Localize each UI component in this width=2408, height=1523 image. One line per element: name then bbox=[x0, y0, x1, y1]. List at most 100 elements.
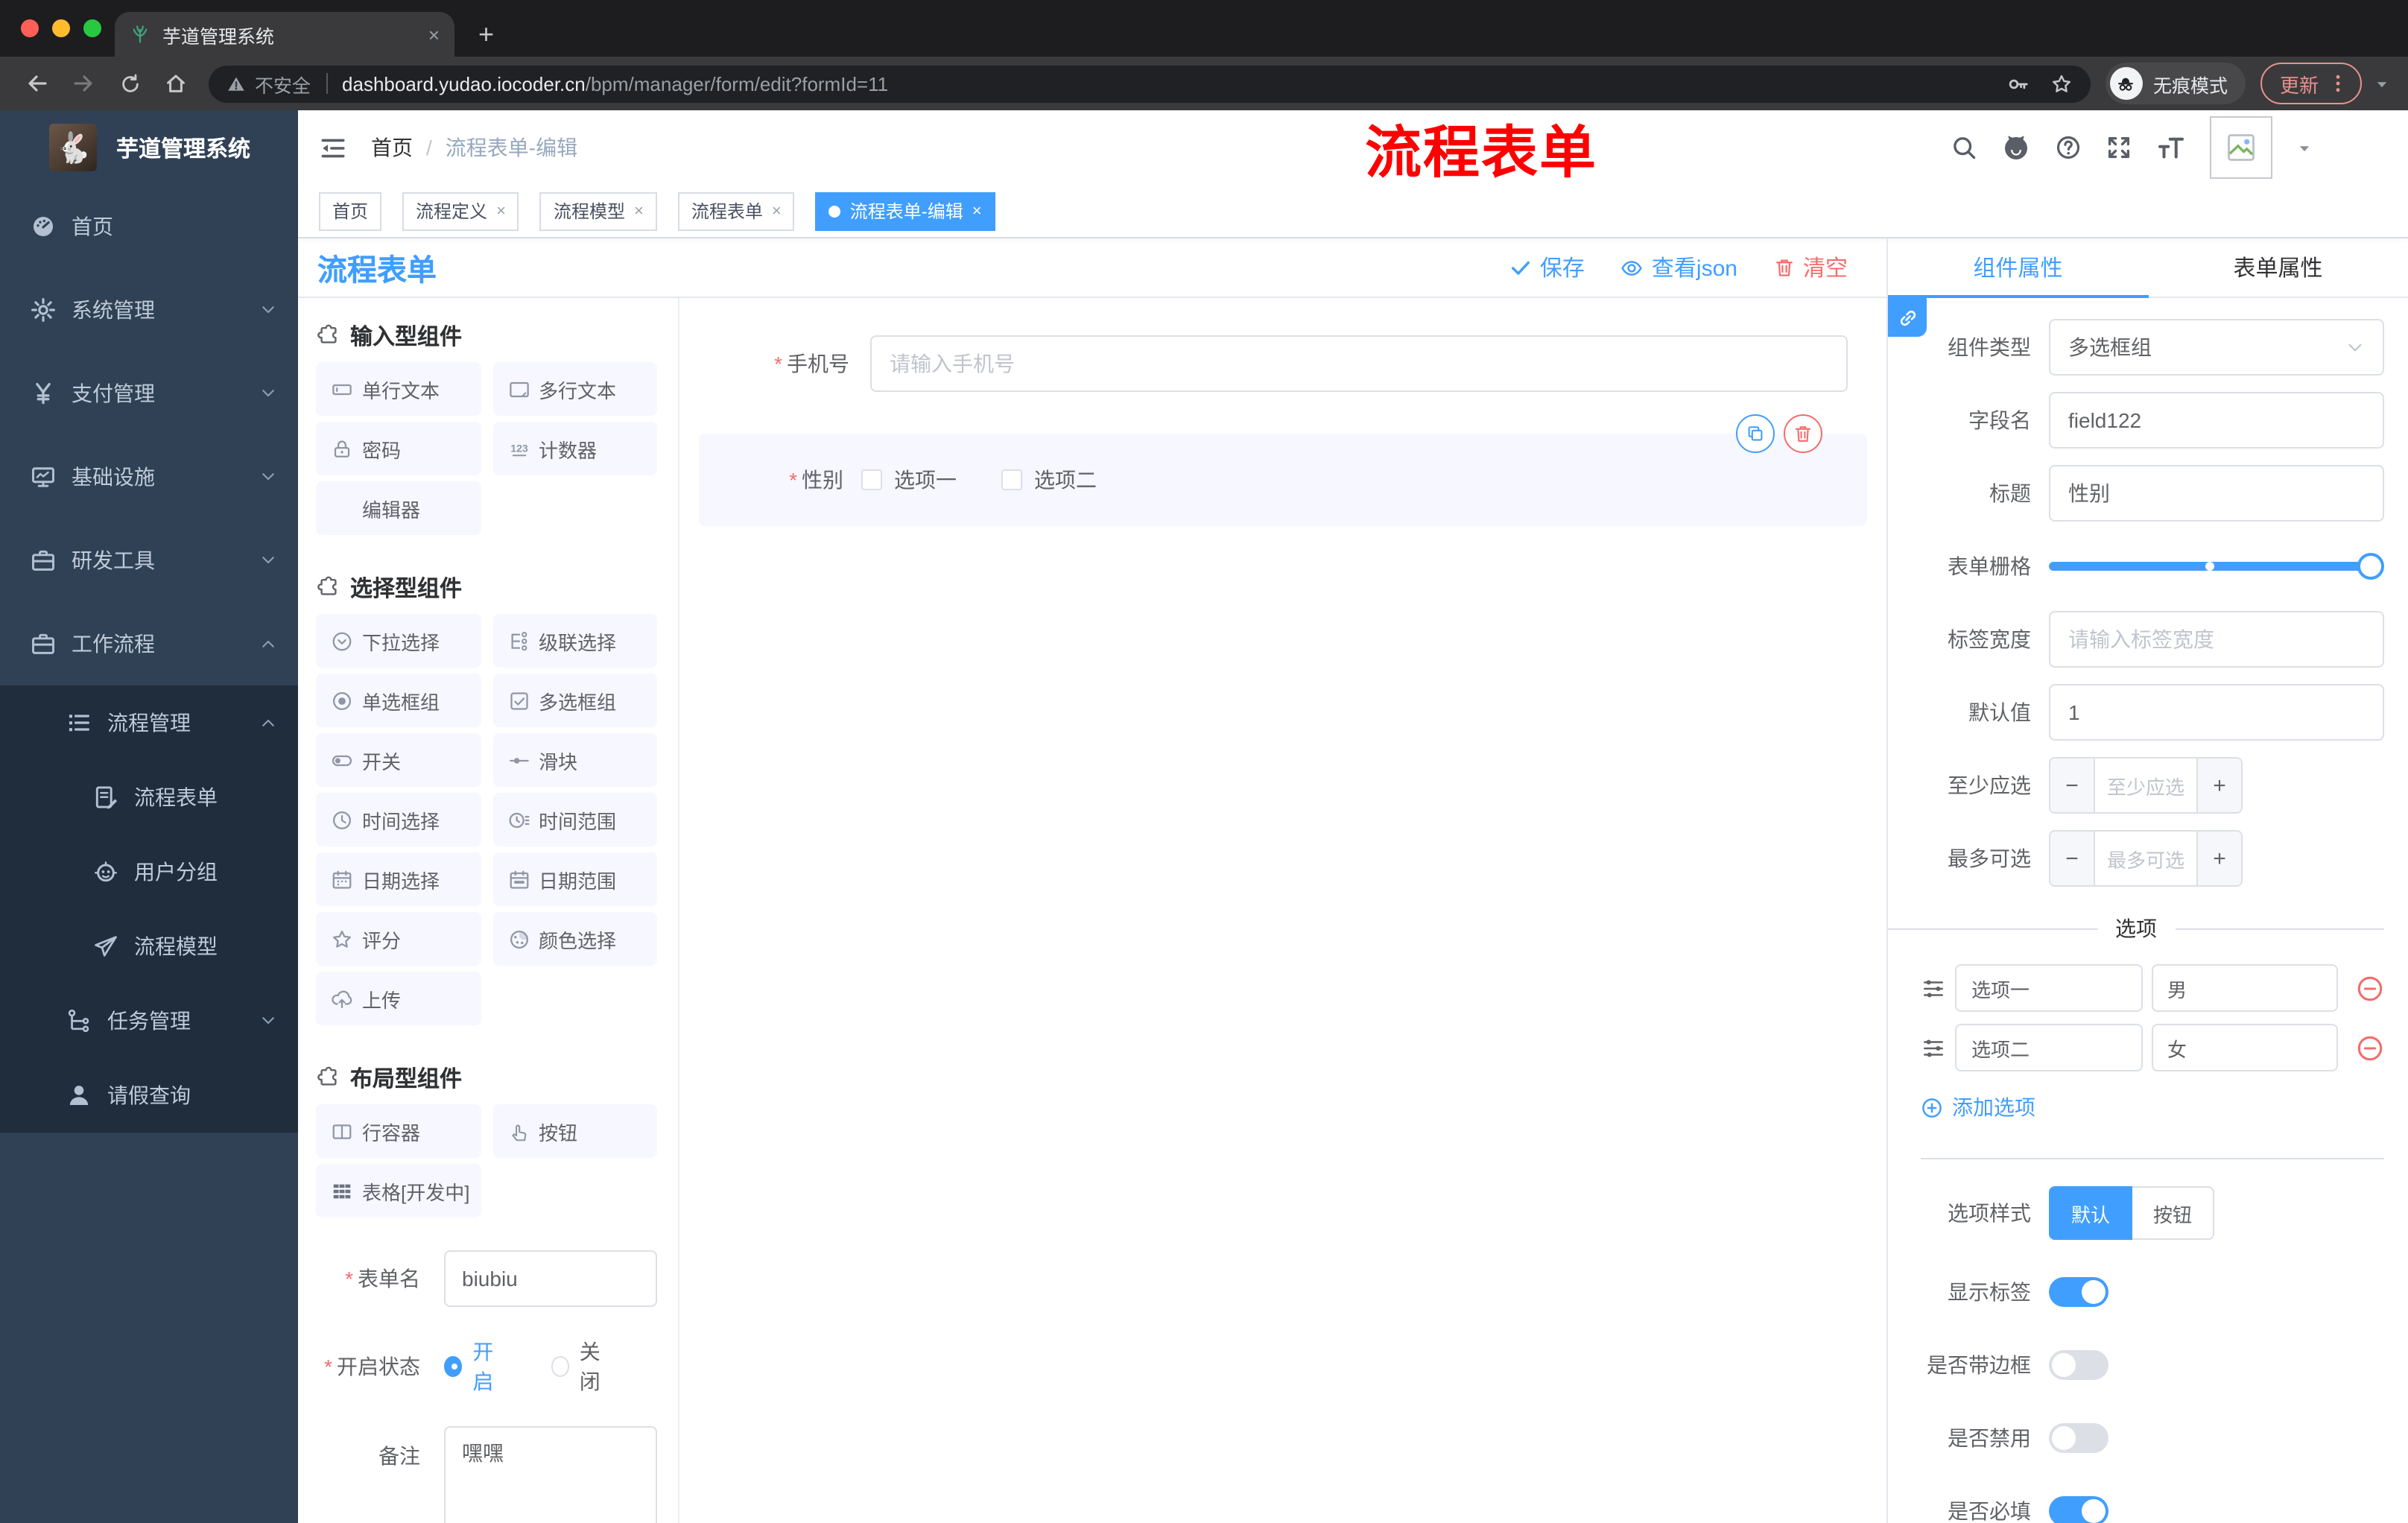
reload-button[interactable] bbox=[110, 64, 149, 103]
tag-process-definition[interactable]: 流程定义 × bbox=[402, 191, 519, 230]
github-icon[interactable] bbox=[2001, 133, 2031, 162]
required-switch[interactable] bbox=[2049, 1496, 2108, 1523]
add-option-button[interactable]: 添加选项 bbox=[1921, 1092, 2384, 1122]
component-select[interactable]: 下拉选择 bbox=[316, 614, 481, 668]
sidebar-item-workflow[interactable]: 工作流程 bbox=[0, 602, 298, 685]
breadcrumb-home[interactable]: 首页 bbox=[371, 133, 413, 162]
password-key-icon[interactable] bbox=[2007, 72, 2030, 95]
field-name-input[interactable]: field122 bbox=[2049, 392, 2384, 449]
delete-component-button[interactable] bbox=[1784, 414, 1822, 453]
option2-label-input[interactable]: 选项二 bbox=[1955, 1024, 2142, 1071]
component-button[interactable]: 按钮 bbox=[492, 1104, 657, 1158]
component-editor[interactable]: 编辑器 bbox=[316, 481, 481, 535]
component-row-container[interactable]: 行容器 bbox=[316, 1104, 481, 1158]
form-name-input[interactable]: biubiu bbox=[444, 1250, 657, 1307]
duplicate-component-button[interactable] bbox=[1736, 414, 1775, 453]
home-button[interactable] bbox=[156, 64, 195, 103]
component-rate[interactable]: 评分 bbox=[316, 912, 481, 966]
sidebar-item-process-mgmt[interactable]: 流程管理 bbox=[0, 685, 298, 760]
component-password[interactable]: 密码 bbox=[316, 422, 481, 475]
sidebar-item-leave-query[interactable]: 请假查询 bbox=[0, 1058, 298, 1133]
browser-tab[interactable]: 芋道管理系统 × bbox=[115, 12, 454, 57]
stepper-increase-button[interactable]: + bbox=[2196, 759, 2241, 812]
option2-value-input[interactable]: 女 bbox=[2151, 1024, 2338, 1071]
option1-value-input[interactable]: 男 bbox=[2151, 964, 2338, 1012]
clear-button[interactable]: 清空 bbox=[1773, 252, 1848, 283]
gender-checkbox-option1[interactable]: 选项一 bbox=[861, 465, 957, 495]
stepper-increase-button[interactable]: + bbox=[2196, 832, 2241, 885]
form-canvas[interactable]: * 手机号 请输入手机号 * 性别 选项一 选项二 bbox=[679, 298, 1886, 1523]
canvas-field-gender-selected[interactable]: * 性别 选项一 选项二 bbox=[699, 414, 1867, 526]
tab-component-props[interactable]: 组件属性 bbox=[1888, 238, 2148, 297]
default-value-input[interactable]: 1 bbox=[2049, 684, 2384, 741]
close-window-button[interactable] bbox=[21, 19, 39, 37]
remove-option-button[interactable] bbox=[2356, 974, 2384, 1002]
slider-thumb[interactable] bbox=[2357, 553, 2384, 580]
link-handle[interactable] bbox=[1888, 298, 1927, 337]
address-bar[interactable]: 不安全 dashboard.yudao.iocoder.cn /bpm/mana… bbox=[209, 65, 2091, 102]
component-type-select[interactable]: 多选框组 bbox=[2049, 319, 2384, 376]
component-time-range[interactable]: 时间范围 bbox=[492, 793, 657, 846]
sidebar-collapse-icon[interactable] bbox=[319, 133, 347, 162]
option1-label-input[interactable]: 选项一 bbox=[1955, 964, 2142, 1012]
checkbox-icon[interactable] bbox=[1001, 469, 1022, 490]
component-upload[interactable]: 上传 bbox=[316, 972, 481, 1025]
component-single-line-text[interactable]: 单行文本 bbox=[316, 362, 481, 416]
component-color-picker[interactable]: 颜色选择 bbox=[492, 912, 657, 966]
status-radio-off[interactable]: 关闭 bbox=[551, 1337, 615, 1396]
forward-button[interactable] bbox=[64, 64, 103, 103]
tag-home[interactable]: 首页 bbox=[319, 191, 382, 230]
style-default-button[interactable]: 默认 bbox=[2049, 1186, 2133, 1240]
phone-input[interactable]: 请输入手机号 bbox=[870, 335, 1848, 392]
sidebar-item-process-model[interactable]: 流程模型 bbox=[0, 909, 298, 984]
drag-handle-icon[interactable] bbox=[1921, 975, 1946, 1001]
security-label[interactable]: 不安全 bbox=[255, 69, 311, 98]
form-remark-textarea[interactable]: 嘿嘿 bbox=[444, 1426, 657, 1523]
view-json-button[interactable]: 查看json bbox=[1620, 252, 1737, 283]
tab-form-props[interactable]: 表单属性 bbox=[2148, 238, 2408, 297]
fullscreen-icon[interactable] bbox=[2106, 134, 2132, 161]
sidebar-item-user-group[interactable]: 用户分组 bbox=[0, 835, 298, 909]
style-button-button[interactable]: 按钮 bbox=[2132, 1186, 2215, 1240]
component-date-range[interactable]: 日期范围 bbox=[492, 852, 657, 906]
bookmark-star-icon[interactable] bbox=[2050, 72, 2073, 95]
label-width-input[interactable]: 请输入标签宽度 bbox=[2049, 611, 2384, 668]
font-size-icon[interactable] bbox=[2156, 133, 2186, 162]
min-select-input[interactable]: 至少应选 bbox=[2095, 759, 2196, 812]
component-slider[interactable]: 滑块 bbox=[492, 733, 657, 787]
gender-checkbox-option2[interactable]: 选项二 bbox=[1001, 465, 1097, 495]
slider-track[interactable] bbox=[2049, 553, 2384, 580]
save-button[interactable]: 保存 bbox=[1510, 252, 1585, 283]
status-radio-on[interactable]: 开启 bbox=[444, 1337, 509, 1396]
sidebar-item-infra[interactable]: 基础设施 bbox=[0, 435, 298, 519]
component-time-picker[interactable]: 时间选择 bbox=[316, 793, 481, 846]
sidebar-item-task-mgmt[interactable]: 任务管理 bbox=[0, 984, 298, 1058]
tag-close-icon[interactable]: × bbox=[772, 202, 782, 220]
tag-process-model[interactable]: 流程模型 × bbox=[539, 191, 657, 230]
tag-process-form-edit[interactable]: 流程表单-编辑 × bbox=[815, 191, 995, 230]
border-switch[interactable] bbox=[2049, 1350, 2108, 1380]
sidebar-item-payment[interactable]: 支付管理 bbox=[0, 352, 298, 435]
component-table[interactable]: 表格[开发中] bbox=[316, 1164, 481, 1218]
component-checkbox-group[interactable]: 多选框组 bbox=[492, 674, 657, 727]
browser-update-button[interactable]: 更新 bbox=[2260, 63, 2362, 104]
stepper-decrease-button[interactable]: − bbox=[2050, 759, 2095, 812]
max-select-input[interactable]: 最多可选 bbox=[2095, 832, 2196, 885]
sidebar-item-devtools[interactable]: 研发工具 bbox=[0, 519, 298, 602]
tag-close-icon[interactable]: × bbox=[972, 202, 982, 220]
title-input[interactable]: 性别 bbox=[2049, 465, 2384, 522]
sidebar-item-home[interactable]: 首页 bbox=[0, 185, 298, 268]
show-label-switch[interactable] bbox=[2049, 1277, 2108, 1307]
tag-close-icon[interactable]: × bbox=[496, 202, 506, 220]
resize-handle-icon[interactable] bbox=[636, 1516, 653, 1523]
zoom-window-button[interactable] bbox=[83, 19, 101, 37]
back-button[interactable] bbox=[18, 64, 57, 103]
component-date-picker[interactable]: 日期选择 bbox=[316, 852, 481, 906]
grid-span-slider[interactable] bbox=[2049, 538, 2384, 595]
kebab-menu-icon[interactable] bbox=[2328, 73, 2348, 94]
search-icon[interactable] bbox=[1951, 134, 1977, 161]
minimize-window-button[interactable] bbox=[52, 19, 70, 37]
toolbar-caret-icon[interactable] bbox=[2374, 75, 2390, 92]
component-cascader[interactable]: 级联选择 bbox=[492, 614, 657, 668]
component-multi-line-text[interactable]: 多行文本 bbox=[492, 362, 657, 416]
